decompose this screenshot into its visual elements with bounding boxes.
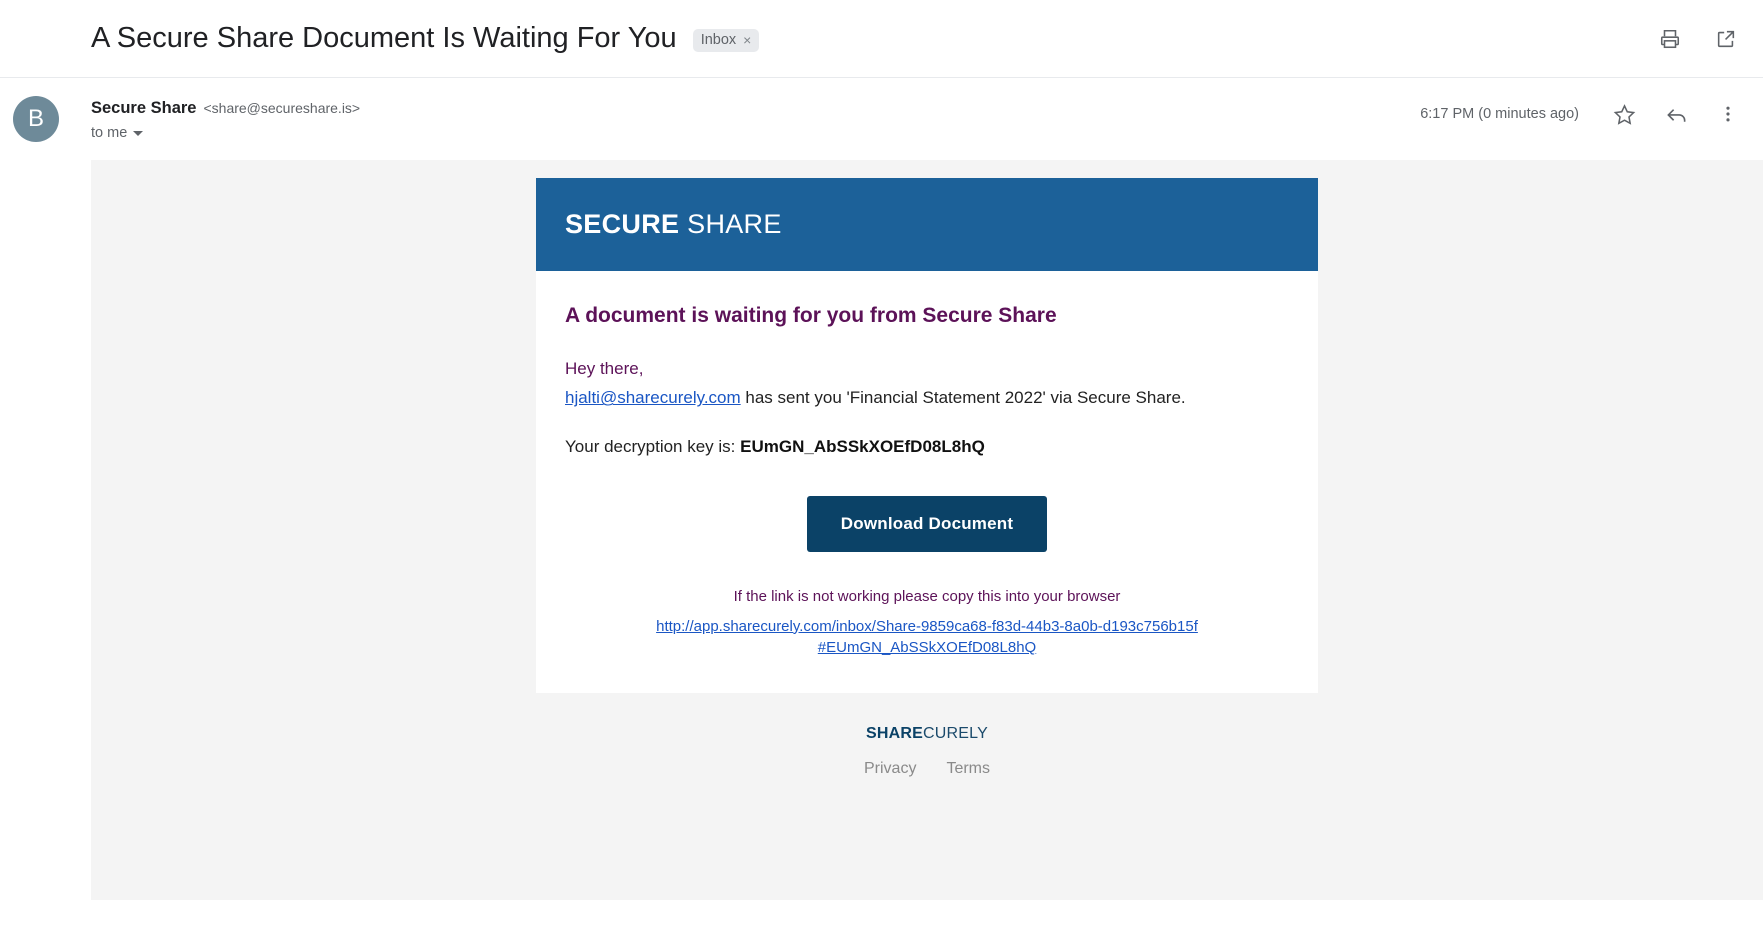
download-button-wrapper: Download Document	[565, 496, 1289, 553]
email-footer: SHARECURELY Privacy Terms	[536, 725, 1318, 778]
label-chip-inbox[interactable]: Inbox ×	[692, 28, 760, 53]
fallback-url-link[interactable]: http://app.sharecurely.com/inbox/Share-9…	[655, 616, 1200, 660]
label-chip-text: Inbox	[700, 31, 737, 48]
decryption-key-value: EUmGN_AbSSkXOEfD08L8hQ	[740, 436, 985, 456]
recipient-label: to me	[91, 124, 128, 141]
footer-brand-bold: SHARE	[866, 725, 924, 743]
sender-line: Secure Share <share@secureshare.is>	[91, 98, 360, 119]
sender-email: <share@secureshare.is>	[203, 100, 361, 116]
more-options-icon[interactable]	[1715, 101, 1741, 127]
email-banner: SECURE SHARE	[536, 177, 1318, 271]
footer-links: Privacy Terms	[536, 760, 1318, 778]
email-template-card: SECURE SHARE A document is waiting for y…	[536, 177, 1318, 694]
open-in-new-window-icon[interactable]	[1713, 26, 1739, 52]
subject-actions	[1657, 26, 1745, 52]
brand-logo-light: SHARE	[679, 208, 782, 239]
close-icon[interactable]: ×	[743, 33, 751, 47]
download-document-button[interactable]: Download Document	[806, 496, 1048, 553]
recipient-toggle[interactable]: to me	[91, 125, 360, 141]
decryption-key-line: Your decryption key is: EUmGN_AbSSkXOEfD…	[565, 434, 1289, 460]
email-paragraph-text: has sent you 'Financial Statement 2022' …	[740, 388, 1186, 408]
message-actions: 6:17 PM (0 minutes ago)	[1420, 98, 1745, 127]
footer-link-terms[interactable]: Terms	[946, 760, 990, 778]
brand-logo-bold: SECURE	[565, 208, 680, 239]
fallback-note: If the link is not working please copy t…	[733, 588, 1121, 606]
email-heading: A document is waiting for you from Secur…	[565, 303, 1057, 327]
email-content: A document is waiting for you from Secur…	[536, 271, 1318, 693]
decryption-key-label: Your decryption key is:	[565, 436, 741, 456]
footer-link-privacy[interactable]: Privacy	[864, 760, 916, 778]
star-icon[interactable]	[1611, 101, 1637, 127]
sender-block: Secure Share <share@secureshare.is> to m…	[91, 98, 360, 141]
message-header: B Secure Share <share@secureshare.is> to…	[0, 78, 1763, 142]
sender-email-link[interactable]: hjalti@sharecurely.com	[565, 388, 741, 407]
subject-header-bar: A Secure Share Document Is Waiting For Y…	[0, 0, 1763, 78]
email-greeting: Hey there,	[565, 358, 644, 378]
footer-brand-logo: SHARECURELY	[536, 725, 1318, 743]
avatar: B	[13, 96, 59, 142]
page-title: A Secure Share Document Is Waiting For Y…	[91, 22, 677, 55]
email-body-region: SECURE SHARE A document is waiting for y…	[91, 159, 1763, 900]
footer-brand-light: CURELY	[923, 725, 988, 743]
sender-name: Secure Share	[91, 99, 197, 117]
chevron-down-icon[interactable]	[133, 131, 144, 137]
reply-icon[interactable]	[1663, 101, 1689, 127]
print-icon[interactable]	[1657, 26, 1683, 52]
email-paragraph: hjalti@sharecurely.com has sent you 'Fin…	[565, 385, 1190, 410]
timestamp: 6:17 PM (0 minutes ago)	[1420, 106, 1579, 122]
brand-logo: SECURE SHARE	[565, 209, 782, 240]
